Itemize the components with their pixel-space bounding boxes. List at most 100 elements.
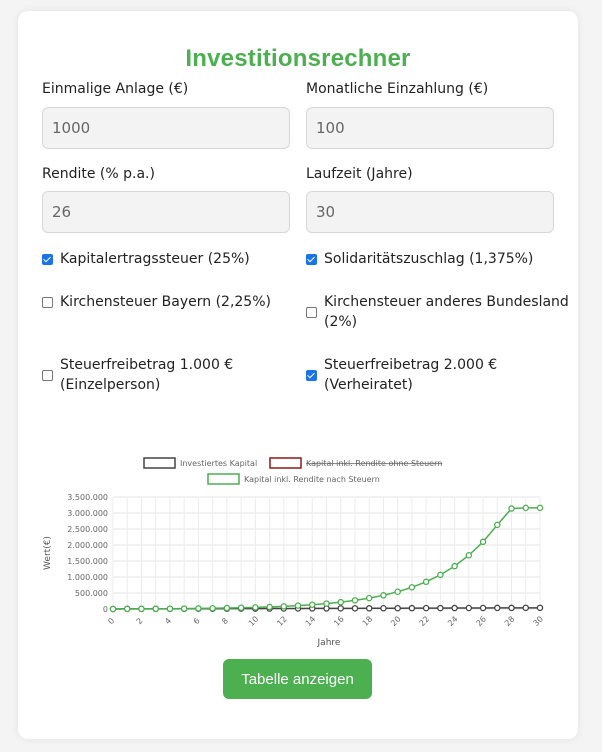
label-line: (2%) — [324, 314, 358, 330]
x-tick-label: 2 — [135, 616, 145, 626]
y-tick-label: 1.000.000 — [67, 573, 108, 582]
x-tick-label: 6 — [192, 616, 202, 626]
checkbox-checked-icon[interactable] — [42, 253, 53, 265]
legend-item[interactable]: Investiertes Kapital — [143, 457, 257, 469]
data-point — [536, 504, 544, 512]
data-point — [209, 604, 216, 612]
x-tick-label: 28 — [503, 614, 517, 628]
data-point — [465, 604, 473, 612]
kapitalertragssteuer-label: Kapitalertragssteuer (25%) — [60, 251, 250, 267]
x-tick-label: 12 — [275, 614, 289, 628]
y-tick-label: 2.000.000 — [67, 541, 108, 550]
kirchensteuer-andere-label: Kirchensteuer anderes Bundesland (2%) — [324, 292, 569, 332]
data-point — [166, 605, 174, 612]
data-point — [536, 604, 544, 612]
checkbox-unchecked-icon[interactable] — [42, 369, 53, 381]
soli-label: Solidaritätszuschlag (1,375%) — [324, 251, 534, 267]
data-point — [294, 602, 302, 609]
legend-item[interactable]: Kapital inkl. Rendite ohne Steuern — [269, 457, 442, 469]
data-point — [437, 604, 444, 612]
data-point — [138, 605, 145, 613]
y-tick-label: 500.000 — [75, 589, 108, 598]
data-point — [280, 603, 288, 610]
x-tick-label: 10 — [247, 614, 261, 628]
x-tick-label: 8 — [220, 616, 230, 626]
data-point — [394, 604, 401, 612]
calculator-card: Investitionsrechner Einmalige Anlage (€)… — [18, 11, 578, 739]
rendite-input[interactable] — [42, 191, 290, 233]
legend-swatch — [143, 457, 176, 469]
label-line: Kirchensteuer anderes Bundesland — [324, 294, 569, 310]
y-tick-label: 0 — [103, 605, 108, 614]
soli-checkbox[interactable]: Solidaritätszuschlag (1,375%) — [306, 249, 533, 269]
checkbox-checked-icon[interactable] — [306, 253, 317, 265]
legend-swatch — [207, 473, 240, 485]
checkbox-unchecked-icon[interactable] — [306, 306, 317, 318]
rendite-label: Rendite (% p.a.) — [42, 166, 155, 182]
x-tick-label: 16 — [332, 614, 346, 628]
data-point — [309, 601, 316, 608]
data-point — [451, 604, 458, 612]
data-point — [522, 604, 530, 612]
data-point — [380, 592, 387, 599]
y-axis-label: Wert(€) — [43, 536, 53, 570]
x-tick-label: 4 — [163, 616, 173, 626]
investment-chart: Investiertes Kapital Kapital inkl. Rendit… — [43, 457, 545, 648]
kirchensteuer-andere-checkbox[interactable]: Kirchensteuer anderes Bundesland (2%) — [306, 292, 569, 332]
data-point — [380, 604, 387, 612]
data-point — [266, 603, 273, 611]
chart-legend[interactable]: Investiertes Kapital Kapital inkl. Rendit… — [143, 457, 442, 485]
label-line: (Verheiratet) — [324, 377, 413, 393]
data-point — [394, 588, 401, 596]
label-line: Steuerfreibetrag 1.000 € — [60, 357, 234, 373]
data-point — [365, 605, 373, 612]
data-point — [152, 605, 159, 613]
data-point — [223, 604, 231, 612]
x-tick-label: 30 — [531, 614, 545, 628]
data-point — [494, 521, 501, 529]
data-point — [479, 604, 487, 612]
legend-item[interactable]: Kapital inkl. Rendite nach Steuern — [207, 473, 380, 485]
freibetrag-einzel-label: Steuerfreibetrag 1.000 € (Einzelperson) — [60, 355, 233, 395]
checkbox-unchecked-icon[interactable] — [42, 296, 53, 308]
checkbox-checked-icon[interactable] — [306, 369, 317, 381]
data-point — [337, 605, 344, 612]
data-point — [323, 600, 330, 607]
x-tick-label: 20 — [389, 614, 403, 628]
data-point — [109, 605, 117, 613]
label-line: (Einzelperson) — [60, 377, 161, 393]
data-point — [451, 562, 458, 570]
x-tick-label: 22 — [418, 614, 432, 628]
laufzeit-label: Laufzeit (Jahre) — [306, 166, 413, 182]
data-point — [437, 571, 444, 579]
legend-swatch — [269, 457, 302, 469]
monatliche-einzahlung-input[interactable] — [306, 107, 554, 149]
data-point — [494, 604, 501, 612]
data-point — [195, 605, 202, 612]
laufzeit-input[interactable] — [306, 191, 554, 233]
data-point — [365, 594, 373, 602]
data-point — [408, 604, 416, 612]
freibetrag-verheiratet-checkbox[interactable]: Steuerfreibetrag 2.000 € (Verheiratet) — [306, 355, 497, 395]
x-axis-label: Jahre — [317, 638, 341, 648]
data-point — [180, 605, 188, 612]
y-axis-ticks: 0 500.000 1.000.000 1.500.000 2.000.000 2.500… — [67, 493, 108, 614]
einmalige-anlage-input[interactable] — [42, 107, 290, 149]
kapitalertragssteuer-checkbox[interactable]: Kapitalertragssteuer (25%) — [42, 249, 250, 269]
data-point — [337, 598, 344, 606]
x-tick-label: 18 — [361, 614, 375, 628]
label-line: Steuerfreibetrag 2.000 € — [324, 357, 498, 373]
data-point — [252, 604, 259, 611]
data-point — [351, 597, 359, 604]
x-tick-label: 0 — [106, 616, 116, 626]
kirchensteuer-bayern-label: Kirchensteuer Bayern (2,25%) — [60, 294, 271, 310]
data-point — [237, 604, 245, 611]
legend-label: Kapital inkl. Rendite ohne Steuern — [306, 459, 442, 468]
kirchensteuer-bayern-checkbox[interactable]: Kirchensteuer Bayern (2,25%) — [42, 292, 271, 312]
monatliche-einzahlung-label: Monatliche Einzahlung (€) — [306, 81, 489, 97]
show-table-button[interactable]: Tabelle anzeigen — [223, 659, 372, 699]
data-point — [123, 605, 131, 613]
x-tick-label: 14 — [304, 614, 318, 628]
data-point — [408, 584, 416, 591]
freibetrag-einzel-checkbox[interactable]: Steuerfreibetrag 1.000 € (Einzelperson) — [42, 355, 233, 395]
